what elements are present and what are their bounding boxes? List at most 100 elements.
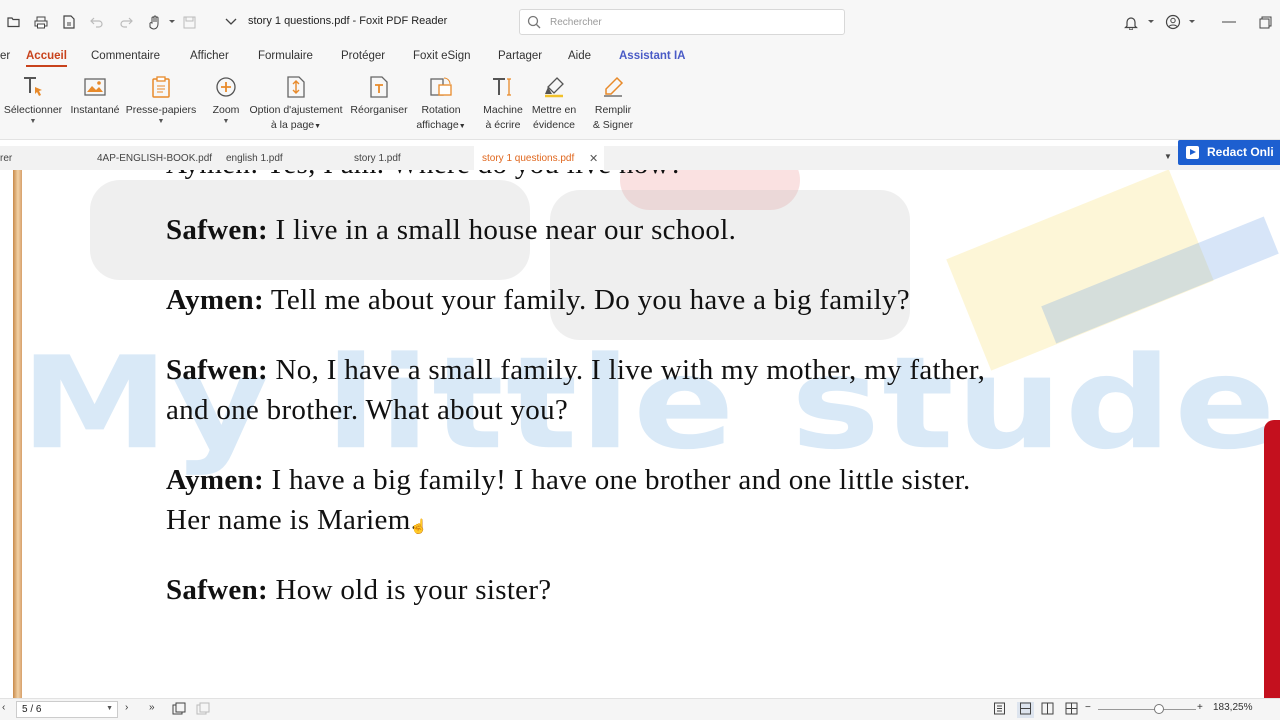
- doc-tab-partial[interactable]: rer: [0, 146, 88, 170]
- snapshot-button[interactable]: Instantané: [68, 74, 122, 118]
- select-button[interactable]: Sélectionner ▼: [3, 74, 63, 126]
- select-caret-icon: ▼: [29, 118, 37, 125]
- redact-online-button[interactable]: Redact Onli: [1178, 140, 1280, 165]
- tab-formulaire[interactable]: Formulaire: [258, 50, 313, 62]
- background-illustration-hand: [550, 190, 910, 340]
- zoom-out-icon[interactable]: −: [1085, 702, 1091, 713]
- zoom-level[interactable]: 183,25%: [1213, 702, 1252, 713]
- page-number-field[interactable]: 5 / 6 ▼: [16, 701, 118, 718]
- search-input[interactable]: Rechercher: [519, 9, 845, 35]
- highlight-label-1: Mettre en: [531, 104, 577, 116]
- select-text-icon: [20, 74, 46, 100]
- clipboard-icon: [148, 74, 174, 100]
- highlight-label-2: évidence: [532, 119, 576, 131]
- reorganize-label: Réorganiser: [350, 104, 408, 116]
- account-dropdown-icon[interactable]: [1182, 12, 1202, 32]
- zoom-caret-icon: ▼: [222, 118, 230, 125]
- last-page-icon[interactable]: »: [149, 702, 155, 713]
- save-disk-icon[interactable]: [179, 12, 199, 32]
- zoom-button[interactable]: Zoom ▼: [208, 74, 244, 126]
- snapshot-label: Instantané: [70, 104, 120, 116]
- minimize-icon[interactable]: [1219, 12, 1239, 32]
- facing-view-icon[interactable]: [1041, 702, 1054, 718]
- continuous-view-icon[interactable]: [1017, 702, 1034, 718]
- tab-partager[interactable]: Partager: [498, 50, 542, 62]
- next-page-icon[interactable]: ›: [125, 702, 128, 713]
- zoom-icon: [213, 74, 239, 100]
- fit-page-icon: [283, 74, 309, 100]
- zoom-slider[interactable]: [1098, 709, 1196, 710]
- fill-sign-label-2: & Signer: [592, 119, 634, 131]
- dialogue-line: Her name is Mariem.: [166, 504, 419, 536]
- print-icon[interactable]: [31, 12, 51, 32]
- dialogue-line: Aymen: Tell me about your family. Do you…: [166, 284, 910, 316]
- typewriter-button[interactable]: Machine à écrire: [480, 74, 526, 133]
- rotate-view-button[interactable]: Rotation affichage▼: [413, 74, 469, 134]
- typewriter-label-1: Machine: [483, 104, 523, 116]
- fill-sign-button[interactable]: Remplir & Signer: [590, 74, 636, 133]
- clipboard-button[interactable]: Presse-papiers ▼: [126, 74, 196, 126]
- status-bar: ‹ 5 / 6 ▼ › » − + 183,25%: [0, 698, 1280, 720]
- doc-tab-4ap-english-book[interactable]: 4AP-ENGLISH-BOOK.pdf: [97, 146, 217, 170]
- page-edge-decoration: [1264, 420, 1280, 698]
- doc-tab-story-1[interactable]: story 1.pdf: [354, 146, 472, 170]
- dialogue-line: Safwen: No, I have a small family. I liv…: [166, 354, 986, 386]
- tab-proteger[interactable]: Protéger: [341, 50, 385, 62]
- ribbon-toolbar: Sélectionner ▼ Instantané Presse-papiers…: [0, 70, 1280, 140]
- fit-page-label-2: à la page▼: [270, 119, 322, 131]
- zoom-label: Zoom: [212, 104, 240, 116]
- tab-foxit-esign[interactable]: Foxit eSign: [413, 50, 471, 62]
- tab-accueil[interactable]: Accueil: [26, 50, 67, 67]
- snapshot-icon: [82, 74, 108, 100]
- clipboard-label: Presse-papiers: [125, 104, 197, 116]
- fill-sign-icon: [600, 74, 626, 100]
- chevron-down-icon[interactable]: [221, 12, 241, 32]
- folder-open-icon[interactable]: [4, 12, 24, 32]
- tab-commentaire[interactable]: Commentaire: [91, 50, 160, 62]
- bell-icon[interactable]: [1121, 12, 1141, 32]
- typewriter-label-2: à écrire: [485, 119, 521, 131]
- page-dropdown-icon[interactable]: ▼: [106, 705, 113, 712]
- dialogue-line: Safwen: I live in a small house near our…: [166, 214, 737, 246]
- undo-icon[interactable]: [87, 12, 107, 32]
- zoom-slider-handle[interactable]: [1154, 704, 1164, 714]
- prev-page-icon[interactable]: ‹: [2, 702, 5, 713]
- account-icon[interactable]: [1163, 12, 1183, 32]
- document-tab-bar: rer 4AP-ENGLISH-BOOK.pdf english 1.pdf s…: [0, 146, 1280, 170]
- rotate-label-1: Rotation: [421, 104, 461, 116]
- tab-aide[interactable]: Aide: [568, 50, 591, 62]
- page-border: [13, 170, 22, 698]
- tab-assistant-ia[interactable]: Assistant IA: [619, 50, 685, 62]
- tab-list-dropdown-icon[interactable]: ▼: [1164, 152, 1172, 161]
- dialogue-line: Aymen: I have a big family! I have one b…: [166, 464, 971, 496]
- dialogue-line-partial: Aymen: Yes, I am. Where do you live now?: [166, 170, 683, 181]
- redo-icon[interactable]: [116, 12, 136, 32]
- hand-cursor-icon: ☝: [410, 518, 428, 534]
- fit-page-button[interactable]: Option d'ajustement à la page▼: [246, 74, 346, 134]
- single-page-view-icon[interactable]: [993, 702, 1006, 718]
- reorganize-icon: [366, 74, 392, 100]
- bell-dropdown-icon[interactable]: [1141, 12, 1161, 32]
- doc-tab-english-1[interactable]: english 1.pdf: [226, 146, 346, 170]
- zoom-in-icon[interactable]: +: [1197, 702, 1203, 713]
- save-icon[interactable]: [59, 12, 79, 32]
- extract-pages-icon[interactable]: [172, 702, 186, 718]
- clipboard-caret-icon: ▼: [157, 118, 165, 125]
- insert-pages-icon[interactable]: [196, 702, 210, 718]
- doc-tab-story-1-questions[interactable]: story 1 questions.pdf: [474, 146, 604, 170]
- reorganize-button[interactable]: Réorganiser: [349, 74, 409, 118]
- restore-icon[interactable]: [1255, 12, 1275, 32]
- fill-sign-label-1: Remplir: [594, 104, 632, 116]
- menu-tab-partial[interactable]: er: [0, 50, 10, 62]
- menu-bar: er Accueil Commentaire Afficher Formulai…: [0, 44, 1280, 70]
- redact-online-label: Redact Onli: [1207, 145, 1274, 159]
- highlight-button[interactable]: Mettre en évidence: [529, 74, 579, 133]
- typewriter-icon: [490, 74, 516, 100]
- tab-afficher[interactable]: Afficher: [190, 50, 229, 62]
- close-tab-icon[interactable]: ✕: [589, 152, 598, 165]
- pdf-page-view[interactable]: My little student Aymen: Yes, I am. Wher…: [0, 170, 1280, 698]
- continuous-facing-view-icon[interactable]: [1065, 702, 1078, 718]
- highlighter-icon: [541, 74, 567, 100]
- title-bar: story 1 questions.pdf - Foxit PDF Reader…: [0, 0, 1280, 44]
- foxit-window: story 1 questions.pdf - Foxit PDF Reader…: [0, 0, 1280, 720]
